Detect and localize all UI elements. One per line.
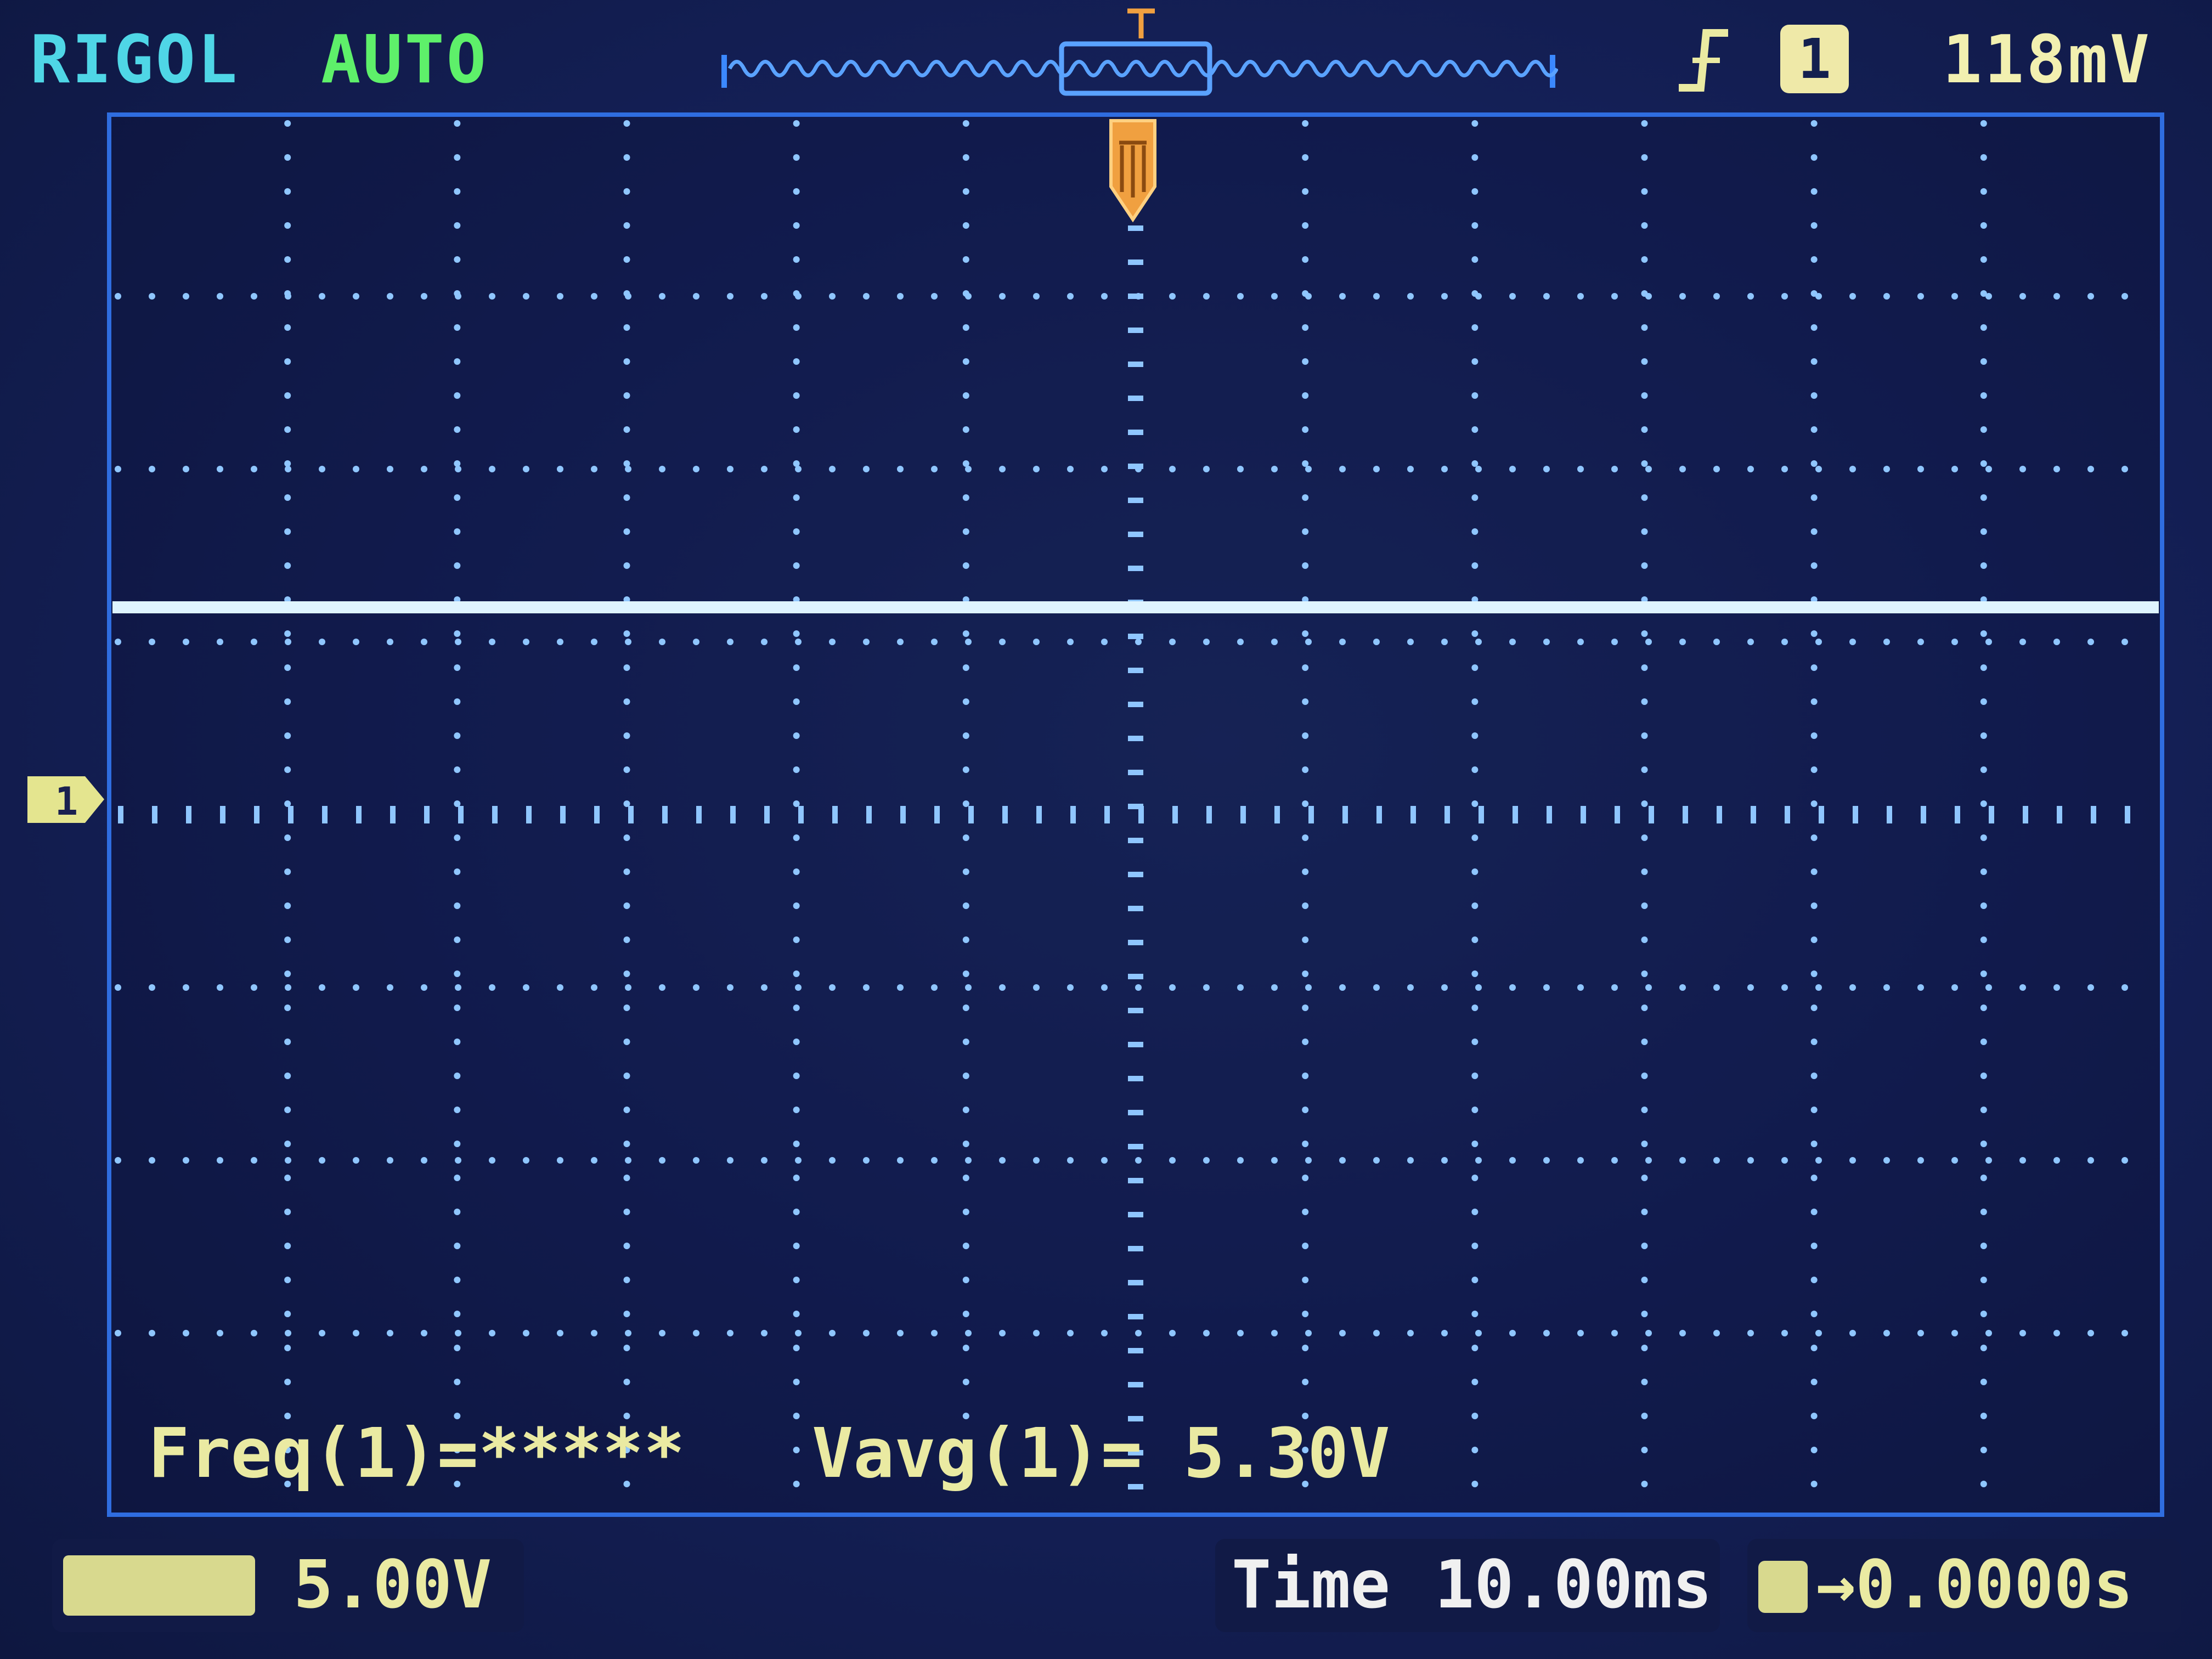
channel1-coupling-icon: [63, 1555, 255, 1616]
channel1-scale-box[interactable]: 5.00V: [52, 1539, 524, 1632]
run-mode-label: AUTO: [321, 22, 488, 98]
svg-text:1: 1: [55, 779, 78, 824]
channel1-ground-marker: 1: [27, 776, 104, 824]
trigger-source-badge: 1: [1780, 25, 1849, 93]
trigger-level-readout: 118mV: [1942, 22, 2152, 98]
timebase-box[interactable]: Time 10.00ms: [1215, 1539, 1720, 1632]
rising-edge-icon: [1679, 29, 1728, 92]
memory-position-bar: [721, 8, 1558, 96]
trigger-position-marker: [1109, 119, 1156, 223]
average-voltage-measurement: Vavg(1)= 5.30V: [812, 1414, 1390, 1493]
brand-label: RIGOL: [30, 22, 240, 98]
trigger-offset-box[interactable]: →0.0000s: [1747, 1539, 2181, 1632]
graticule: [112, 120, 2159, 1489]
timebase-value: 10.00ms: [1435, 1547, 1712, 1623]
memory-wave-icon: [727, 60, 1558, 77]
frequency-measurement: Freq(1)=*****: [148, 1414, 685, 1493]
channel1-volts-per-div: 5.00V: [294, 1547, 492, 1623]
timebase-label: Time: [1232, 1547, 1390, 1623]
trigger-offset-value: →0.0000s: [1816, 1547, 2133, 1623]
trigger-offset-icon: [1758, 1561, 1808, 1613]
